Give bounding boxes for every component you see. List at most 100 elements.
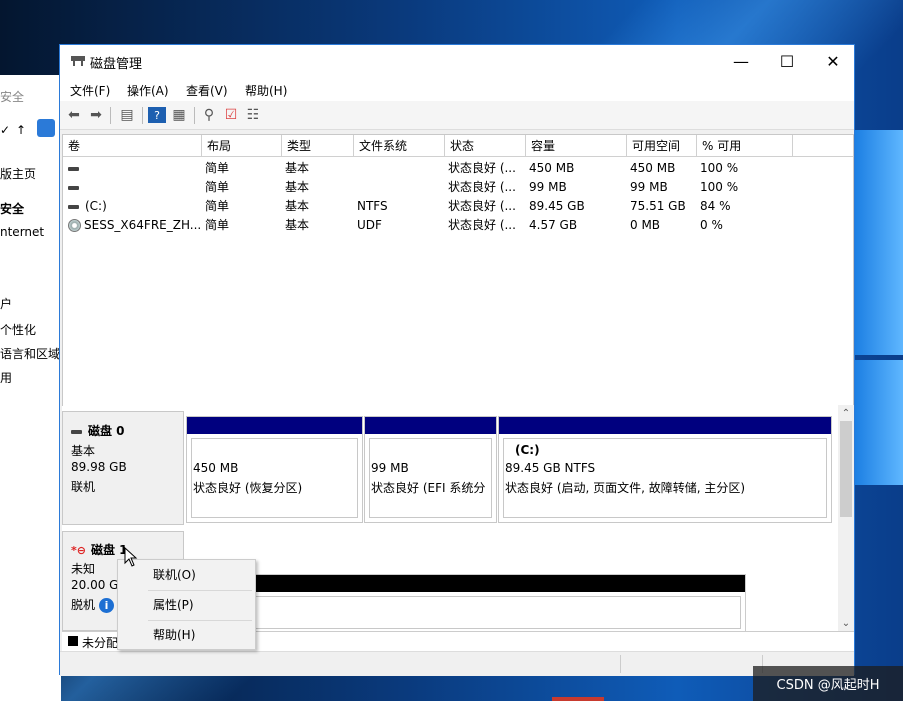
table-cell-pct: 100 % xyxy=(700,180,739,194)
toolbar: ⬅ ➡ ▤ ? ▦ ⚲ ☑ ☷ xyxy=(60,101,854,130)
partition-c[interactable]: (C:) 89.45 GB NTFS 状态良好 (启动, 页面文件, 故障转储,… xyxy=(498,416,832,523)
col-header-volume[interactable]: 卷 xyxy=(63,135,202,157)
menu-item-help[interactable]: 帮助(H) xyxy=(118,620,255,650)
drive-icon xyxy=(68,166,79,171)
disk0-label[interactable]: 磁盘 0 基本 89.98 GB 联机 xyxy=(62,411,184,525)
table-cell-volume: SESS_X64FRE_ZH... xyxy=(68,216,200,235)
bg-item[interactable]: 安全 xyxy=(0,200,24,217)
minimize-button[interactable]: — xyxy=(718,45,764,77)
col-header-type[interactable]: 类型 xyxy=(282,135,354,157)
col-header-free[interactable]: 可用空间 xyxy=(627,135,697,157)
table-cell-free: 99 MB xyxy=(630,180,668,194)
partition-efi[interactable]: 99 MB 状态良好 (EFI 系统分 xyxy=(364,416,497,523)
table-cell-capacity: 89.45 GB xyxy=(529,199,585,213)
table-cell-status: 状态良好 (... xyxy=(448,199,516,213)
table-cell-status: 状态良好 (... xyxy=(448,161,516,175)
table-cell-layout: 简单 xyxy=(205,218,230,232)
unallocated-swatch xyxy=(68,636,78,646)
search-icon[interactable]: ⚲ xyxy=(200,107,218,123)
scroll-down-icon[interactable]: ⌄ xyxy=(838,615,854,631)
maximize-button[interactable]: ☐ xyxy=(764,45,810,77)
bg-item[interactable]: 语言和区域 xyxy=(0,345,60,362)
table-cell-capacity: 450 MB xyxy=(529,161,575,175)
table-cell-capacity: 99 MB xyxy=(529,180,567,194)
col-header-status[interactable]: 状态 xyxy=(445,135,526,157)
table-cell-layout: 简单 xyxy=(205,161,230,175)
menu-bar: 文件(F) 操作(A) 查看(V) 帮助(H) xyxy=(60,77,854,101)
table-cell-volume xyxy=(68,159,200,178)
disk-view-scrollbar[interactable]: ⌃ ⌄ xyxy=(838,405,854,631)
bg-back-arrow[interactable]: ✓ xyxy=(0,123,10,137)
properties-pane-icon[interactable]: ▦ xyxy=(170,107,188,123)
drive-icon xyxy=(68,204,79,209)
list-view-icon[interactable]: ☷ xyxy=(244,107,262,123)
table-cell-fs xyxy=(357,178,443,197)
disk0-size: 89.98 GB xyxy=(71,460,127,474)
disk1-kind: 未知 xyxy=(71,562,96,576)
menu-item-online[interactable]: 联机(O) xyxy=(118,560,255,590)
table-cell-capacity: 4.57 GB xyxy=(529,218,578,232)
col-header-layout[interactable]: 布局 xyxy=(202,135,282,157)
scroll-up-icon[interactable]: ⌃ xyxy=(838,405,854,421)
windows-logo xyxy=(855,130,903,485)
col-header-filesystem[interactable]: 文件系统 xyxy=(354,135,445,157)
menu-item-properties[interactable]: 属性(P) xyxy=(118,590,255,620)
table-cell-pct: 0 % xyxy=(700,218,723,232)
table-cell-fs: UDF xyxy=(357,218,382,232)
table-cell-status: 状态良好 (... xyxy=(448,180,516,194)
background-settings-window: 安全 ✓ ↑ 版主页 安全 nternet 户 个性化 语言和区域 用 xyxy=(0,75,61,701)
menu-action[interactable]: 操作(A) xyxy=(127,82,169,99)
drive-icon xyxy=(71,429,82,434)
bg-item[interactable]: 用 xyxy=(0,369,12,386)
table-cell-fs xyxy=(357,159,443,178)
bg-item[interactable]: 版主页 xyxy=(0,165,36,182)
bg-up-arrow-icon[interactable]: ↑ xyxy=(16,123,26,137)
checklist-icon[interactable]: ☑ xyxy=(222,107,240,123)
watermark: CSDN @风起时H xyxy=(753,666,903,701)
partition-recovery[interactable]: 450 MB 状态良好 (恢复分区) xyxy=(186,416,363,523)
help-icon[interactable]: ? xyxy=(148,107,166,123)
context-menu: 联机(O) 属性(P) 帮助(H) xyxy=(117,559,256,650)
bg-item[interactable]: 户 xyxy=(0,295,12,312)
volume-list: 卷 布局 类型 文件系统 状态 容量 可用空间 % 可用 简单 基本 状态良好 (.… xyxy=(62,134,854,440)
col-header-pct[interactable]: % 可用 xyxy=(697,135,793,157)
table-cell-layout: 简单 xyxy=(205,180,230,194)
disk1-unallocated-region[interactable] xyxy=(186,574,746,631)
table-cell-type: 基本 xyxy=(285,218,310,232)
back-arrow-icon[interactable]: ⬅ xyxy=(65,107,83,123)
bg-item[interactable]: nternet xyxy=(0,225,44,239)
menu-file[interactable]: 文件(F) xyxy=(70,82,110,99)
table-cell-volume: (C:) xyxy=(68,197,200,216)
scroll-thumb[interactable] xyxy=(840,421,852,517)
offline-disk-icon: *⊖ xyxy=(71,544,86,557)
disk0-state: 联机 xyxy=(71,480,96,494)
drive-icon xyxy=(68,185,79,190)
window-title: 磁盘管理 xyxy=(90,57,143,72)
bg-item[interactable]: 个性化 xyxy=(0,321,36,338)
console-tree-icon[interactable]: ▤ xyxy=(118,107,136,123)
table-cell-layout: 简单 xyxy=(205,199,230,213)
disk0-name: 磁盘 0 xyxy=(71,422,125,439)
table-cell-type: 基本 xyxy=(285,161,310,175)
table-cell-type: 基本 xyxy=(285,199,310,213)
taskbar-indicator xyxy=(552,697,604,701)
forward-arrow-icon[interactable]: ➡ xyxy=(87,107,105,123)
bg-item: 安全 xyxy=(0,90,25,104)
legend-unallocated: 未分配 xyxy=(82,636,119,650)
mouse-cursor-icon xyxy=(124,547,138,567)
table-cell-volume xyxy=(68,178,200,197)
close-button[interactable]: ✕ xyxy=(810,45,856,77)
col-header-capacity[interactable]: 容量 xyxy=(526,135,627,157)
shield-icon xyxy=(37,119,55,137)
info-icon[interactable]: i xyxy=(99,598,115,613)
table-cell-status: 状态良好 (... xyxy=(448,218,516,232)
table-cell-pct: 100 % xyxy=(700,161,739,175)
title-bar[interactable]: 磁盘管理 — ☐ ✕ xyxy=(60,45,854,77)
menu-help[interactable]: 帮助(H) xyxy=(245,82,287,99)
disk0-kind: 基本 xyxy=(71,444,96,458)
disk1-size: 20.00 G xyxy=(71,578,119,592)
table-cell-pct: 84 % xyxy=(700,199,731,213)
table-cell-free: 0 MB xyxy=(630,218,661,232)
status-bar xyxy=(60,651,854,676)
menu-view[interactable]: 查看(V) xyxy=(186,82,228,99)
